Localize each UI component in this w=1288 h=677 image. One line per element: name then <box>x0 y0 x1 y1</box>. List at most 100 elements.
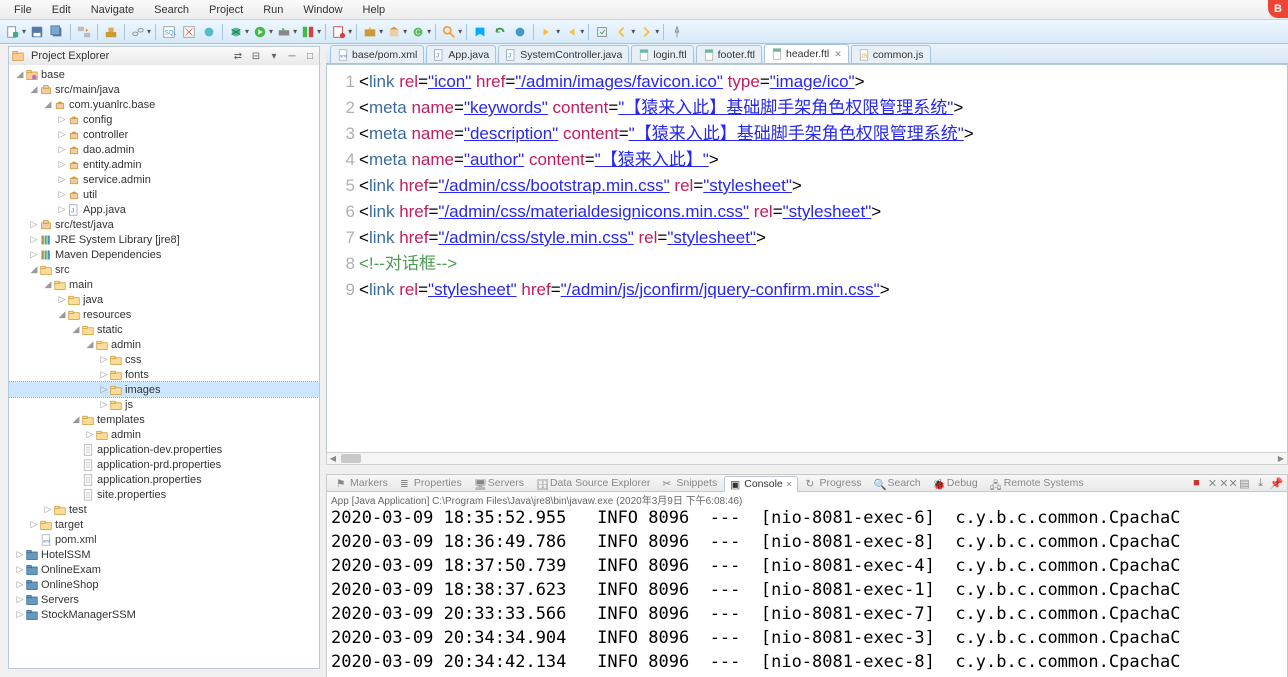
menu-window[interactable]: Window <box>293 2 352 18</box>
coverage-icon[interactable] <box>299 23 317 41</box>
console-tab-snippets[interactable]: ✂Snippets <box>657 476 722 490</box>
link-with-editor-icon[interactable]: ⇄ <box>231 49 245 63</box>
tree-node[interactable]: ▷target <box>9 517 319 532</box>
prev-annotation-icon[interactable] <box>562 23 580 41</box>
pin-icon[interactable] <box>668 23 686 41</box>
menu-help[interactable]: Help <box>353 2 396 18</box>
breakpoint-icon[interactable] <box>511 23 529 41</box>
tree-node[interactable]: ▷images <box>9 382 319 397</box>
tree-node[interactable]: xmlpom.xml <box>9 532 319 547</box>
close-icon[interactable]: ✕ <box>786 480 793 489</box>
clear-console-icon[interactable]: ▤ <box>1238 477 1251 490</box>
tree-node[interactable]: ▷admin <box>9 427 319 442</box>
tree-node[interactable]: ◢main <box>9 277 319 292</box>
editor-tab[interactable]: footer.ftl <box>696 45 762 63</box>
tree-node[interactable]: ▷dao.admin <box>9 142 319 157</box>
tree-node[interactable]: ▷css <box>9 352 319 367</box>
status-icon[interactable] <box>200 23 218 41</box>
tree-node[interactable]: ▷controller <box>9 127 319 142</box>
new-wizard-icon[interactable] <box>361 23 379 41</box>
refresh-icon[interactable] <box>491 23 509 41</box>
save-icon[interactable] <box>28 23 46 41</box>
tree-node[interactable]: ▷OnlineShop <box>9 577 319 592</box>
console-tab-console[interactable]: ▣Console ✕ <box>724 476 798 492</box>
code-line[interactable]: 5<link href="/admin/css/bootstrap.min.cs… <box>327 173 1287 199</box>
scrapbook-icon[interactable] <box>180 23 198 41</box>
tree-node[interactable]: ▷Maven Dependencies <box>9 247 319 262</box>
code-line[interactable]: 6<link href="/admin/css/materialdesignic… <box>327 199 1287 225</box>
code-line[interactable]: 7<link href="/admin/css/style.min.css" r… <box>327 225 1287 251</box>
code-line[interactable]: 8<!--对话框--> <box>327 251 1287 277</box>
tree-node[interactable]: ▷test <box>9 502 319 517</box>
editor-horizontal-scrollbar[interactable]: ◀▶ <box>326 452 1288 465</box>
code-editor[interactable]: 1<link rel="icon" href="/admin/images/fa… <box>326 64 1288 460</box>
minimize-icon[interactable]: ─ <box>285 49 299 63</box>
tree-node[interactable]: ▷JRE System Library [jre8] <box>9 232 319 247</box>
tree-node[interactable]: ◢src/main/java <box>9 82 319 97</box>
tree-node[interactable]: ◢base <box>9 67 319 82</box>
menu-file[interactable]: File <box>4 2 42 18</box>
back-icon[interactable] <box>613 23 631 41</box>
menu-run[interactable]: Run <box>253 2 293 18</box>
tree-node[interactable]: ◢src <box>9 262 319 277</box>
collapse-all-icon[interactable]: ⊟ <box>249 49 263 63</box>
editor-tab[interactable]: xmlbase/pom.xml <box>330 45 424 63</box>
remove-launch-icon[interactable]: ✕ <box>1206 477 1219 490</box>
tree-node[interactable]: ▷java <box>9 292 319 307</box>
tree-node[interactable]: ▷entity.admin <box>9 157 319 172</box>
view-menu-icon[interactable]: ▾ <box>267 49 281 63</box>
new-class-icon[interactable]: C <box>409 23 427 41</box>
console-tab-properties[interactable]: ≣Properties <box>395 476 467 490</box>
menu-edit[interactable]: Edit <box>42 2 81 18</box>
tree-node[interactable]: ▷fonts <box>9 367 319 382</box>
debug-icon[interactable] <box>227 23 245 41</box>
tree-node[interactable]: ▷StockManagerSSM <box>9 607 319 622</box>
editor-tab[interactable]: login.ftl <box>631 45 693 63</box>
console-tab-debug[interactable]: 🐞Debug <box>928 476 983 490</box>
sql-icon[interactable]: SQL <box>160 23 178 41</box>
console-tab-data-source-explorer[interactable]: 🗄Data Source Explorer <box>531 476 655 490</box>
tree-node[interactable]: ◢resources <box>9 307 319 322</box>
tree-node[interactable]: ▷src/test/java <box>9 217 319 232</box>
project-explorer-tree[interactable]: ◢base◢src/main/java◢com.yuanlrc.base▷con… <box>8 65 320 669</box>
tree-node[interactable]: ▷Servers <box>9 592 319 607</box>
maximize-icon[interactable]: □ <box>303 49 317 63</box>
new-icon[interactable] <box>4 23 22 41</box>
tree-node[interactable]: ▷OnlineExam <box>9 562 319 577</box>
tree-node[interactable]: ▷service.admin <box>9 172 319 187</box>
tree-node[interactable]: ◢admin <box>9 337 319 352</box>
tree-node[interactable]: ▷HotelSSM <box>9 547 319 562</box>
run-server-icon[interactable] <box>275 23 293 41</box>
console-tab-progress[interactable]: ↻Progress <box>800 476 866 490</box>
console-tab-remote-systems[interactable]: 🖧Remote Systems <box>985 476 1089 490</box>
save-all-icon[interactable] <box>48 23 66 41</box>
ext-tools-icon[interactable] <box>330 23 348 41</box>
tree-node[interactable]: ▷util <box>9 187 319 202</box>
tree-node[interactable]: ▷JApp.java <box>9 202 319 217</box>
tree-node[interactable]: ▷js <box>9 397 319 412</box>
menu-search[interactable]: Search <box>144 2 199 18</box>
code-line[interactable]: 9<link rel="stylesheet" href="/admin/js/… <box>327 277 1287 303</box>
editor-tab[interactable]: JSystemController.java <box>498 45 629 63</box>
search-icon[interactable] <box>440 23 458 41</box>
remove-all-icon[interactable]: ✕✕ <box>1222 477 1235 490</box>
tree-node[interactable]: application-prd.properties <box>9 457 319 472</box>
scroll-lock-icon[interactable]: ⤓ <box>1254 477 1267 490</box>
terminate-icon[interactable]: ■ <box>1190 477 1203 490</box>
tree-node[interactable]: application-dev.properties <box>9 442 319 457</box>
link-icon[interactable] <box>129 23 147 41</box>
tree-node[interactable]: ◢templates <box>9 412 319 427</box>
menu-project[interactable]: Project <box>199 2 253 18</box>
tree-node[interactable]: ▷config <box>9 112 319 127</box>
editor-tab[interactable]: JScommon.js <box>851 45 931 63</box>
tree-node[interactable]: application.properties <box>9 472 319 487</box>
editor-tab[interactable]: JApp.java <box>426 45 496 63</box>
tree-node[interactable]: site.properties <box>9 487 319 502</box>
console-tab-search[interactable]: 🔍Search <box>868 476 925 490</box>
close-icon[interactable]: ✕ <box>834 49 842 60</box>
editor-tab[interactable]: header.ftl✕ <box>764 44 849 63</box>
next-annotation-icon[interactable] <box>538 23 556 41</box>
menu-navigate[interactable]: Navigate <box>81 2 144 18</box>
console-output[interactable]: 2020-03-09 18:35:52.955 INFO 8096 --- [n… <box>326 506 1288 677</box>
new-package-icon[interactable] <box>385 23 403 41</box>
